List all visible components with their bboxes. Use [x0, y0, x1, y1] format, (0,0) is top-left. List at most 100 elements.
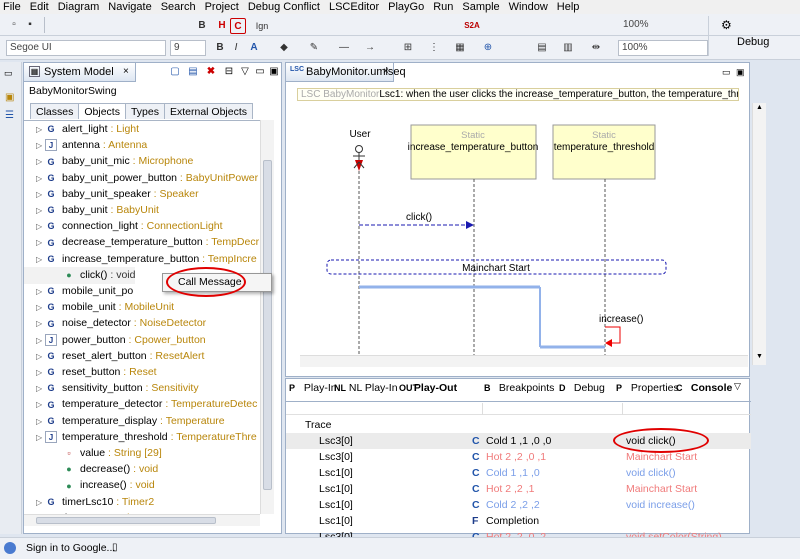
scroll-down-icon[interactable]: ▼	[756, 353, 763, 360]
fast-view-icon[interactable]: ▯	[112, 542, 118, 553]
menu-item[interactable]: Search	[161, 1, 196, 13]
expand-icon[interactable]: ▷	[36, 218, 45, 235]
restore-icon[interactable]: ▭	[4, 68, 13, 79]
expand-icon[interactable]: ▷	[36, 348, 45, 365]
italic-icon[interactable]: I	[228, 40, 244, 56]
tree-item[interactable]: ▷ Gtemperature_detector : TemperatureDete…	[24, 396, 257, 413]
google-icon[interactable]	[4, 542, 16, 554]
line-style-icon[interactable]: —	[336, 40, 352, 56]
tab-external-objects[interactable]: External Objects	[163, 103, 254, 119]
hscroll-thumb[interactable]	[36, 517, 216, 524]
menu-item[interactable]: Help	[557, 1, 580, 13]
expand-icon[interactable]: ▷	[36, 396, 45, 413]
tab-breakpoints[interactable]: B Breakpoints	[484, 382, 554, 398]
diagram-canvas[interactable]: User Static increase_temperature_button …	[300, 105, 748, 367]
expand-icon[interactable]: ▷	[36, 315, 45, 332]
zoom2-combo[interactable]: 100%	[618, 40, 708, 56]
menu-item[interactable]: Run	[433, 1, 453, 13]
tree-item[interactable]: ▷ Gdecrease_temperature_button : TempDecr	[24, 234, 259, 251]
tab-properties[interactable]: P Properties	[616, 382, 679, 398]
new-icon[interactable]: ▫	[6, 17, 22, 33]
font-name-combo[interactable]: Segoe UI	[6, 40, 166, 56]
expand-icon[interactable]: ▷	[36, 332, 45, 349]
package-explorer-icon[interactable]: ▣	[5, 92, 14, 103]
expand-icon[interactable]: ▷	[36, 380, 45, 397]
expand-icon[interactable]: ▷	[36, 413, 45, 430]
s2a-icon[interactable]: S2A	[462, 18, 482, 34]
close-icon[interactable]: ×	[123, 66, 129, 77]
tree-item[interactable]: ▷ Jantenna : Antenna	[24, 137, 147, 154]
menu-item[interactable]: Edit	[30, 1, 49, 13]
tree-item[interactable]: ▷ Gmobile_unit_po	[24, 283, 133, 300]
expand-icon[interactable]: ▷	[36, 170, 45, 187]
tree-item[interactable]: ▷ Galert_light : Light	[24, 121, 139, 138]
save-icon[interactable]: ▪	[22, 17, 38, 33]
tree-item[interactable]: ▷ Gbaby_unit : BabyUnit	[24, 202, 159, 219]
expand-icon[interactable]: ▷	[36, 153, 45, 170]
editor-vscrollbar[interactable]: ▲ ▼	[752, 103, 766, 365]
zoom1-combo[interactable]: 100%	[620, 18, 676, 34]
tab-console[interactable]: C Console	[676, 382, 732, 398]
bold-text-icon[interactable]: B	[212, 40, 228, 56]
menu-item[interactable]: Navigate	[108, 1, 151, 13]
tab-types[interactable]: Types	[124, 103, 165, 119]
editor-hscrollbar[interactable]	[300, 355, 748, 367]
tree-item[interactable]: ▷ Gtemperature_display : Temperature	[24, 413, 225, 430]
editor-tab[interactable]: LSC BabyMonitor.umlseq ×	[286, 63, 406, 82]
system-model-tab[interactable]: ▦ System Model ×	[24, 63, 136, 82]
size-icon[interactable]: ▤	[534, 40, 550, 56]
highlight-h-icon[interactable]: H	[214, 18, 230, 34]
menu-item[interactable]: File	[3, 1, 21, 13]
trace-row[interactable]: Lsc1[0] C Hot 2 ,2 ,1 Mainchart Start	[286, 481, 751, 497]
tab-debug[interactable]: D Debug	[559, 382, 605, 398]
fill-color-icon[interactable]: ◆	[276, 40, 292, 56]
close-icon[interactable]: ×	[383, 66, 389, 77]
expand-icon[interactable]: ▷	[36, 283, 45, 300]
trace-row[interactable]: Lsc1[0] C Cold 2 ,2 ,2 void increase()	[286, 497, 751, 513]
maximize-icon[interactable]: ▣	[736, 67, 745, 78]
tree-item[interactable]: ▷ Gbaby_unit_power_button : BabyUnitPower	[24, 170, 258, 187]
arrange-icon[interactable]: ⋮	[426, 40, 442, 56]
collapse-icon[interactable]: ⊟	[223, 66, 235, 78]
minimize-icon[interactable]: ▭	[254, 66, 266, 78]
maximize-icon[interactable]: ▣	[268, 66, 280, 78]
perspective-switcher[interactable]: ⚙ Debug	[708, 16, 798, 56]
tab-play-in[interactable]: P Play-In	[289, 382, 337, 398]
ign-icon[interactable]: Ign	[252, 18, 272, 34]
menu-item[interactable]: Debug Conflict	[248, 1, 320, 13]
tree-item[interactable]: ● increase() : void	[24, 477, 154, 494]
view-menu-icon[interactable]: ▽	[734, 381, 741, 392]
tree-item[interactable]: ▷ Jtemperature_threshold : TemperatureThr…	[24, 429, 257, 446]
scroll-up-icon[interactable]: ▲	[756, 104, 763, 111]
user-actor-icon[interactable]	[353, 145, 365, 172]
expand-icon[interactable]: ▷	[36, 121, 45, 138]
hierarchy-icon[interactable]: ☰	[5, 110, 14, 121]
tree-item[interactable]: ▷ Gincrease_temperature_button : TempIncr…	[24, 251, 257, 268]
tab-nl-play-in[interactable]: NL NL Play-In	[334, 382, 398, 398]
tree-vscrollbar[interactable]	[260, 120, 274, 514]
scroll-thumb[interactable]	[263, 160, 272, 490]
menu-item[interactable]: LSCEditor	[329, 1, 379, 13]
menu-item[interactable]: Project	[205, 1, 239, 13]
tree-item[interactable]: ▷ Gmobile_unit : MobileUnit	[24, 299, 174, 316]
tree-item[interactable]: ▷ Gbaby_unit_speaker : Speaker	[24, 186, 199, 203]
lsc-header[interactable]: LSC BabyMonitorLsc1: when the user click…	[297, 88, 739, 101]
highlight-c-icon[interactable]: C	[230, 18, 246, 34]
tree-item[interactable]: ▷ Jpower_button : Cpower_button	[24, 332, 206, 349]
expand-icon[interactable]: ▷	[36, 234, 45, 251]
expand-icon[interactable]: ▷	[36, 251, 45, 268]
tab-play-out[interactable]: OUT Play-Out	[399, 382, 457, 398]
zoom-icon[interactable]: ⊕	[480, 40, 496, 56]
new-class-icon[interactable]: ▤	[187, 66, 199, 78]
menu-item[interactable]: Diagram	[58, 1, 100, 13]
trace-row[interactable]: Lsc1[0] F Completion	[286, 513, 751, 529]
tree-item[interactable]: ▫ value : String [29]	[24, 445, 161, 462]
menu-item[interactable]: Window	[509, 1, 548, 13]
new-object-icon[interactable]: ▢	[169, 66, 181, 78]
align-icon[interactable]: ▦	[452, 40, 468, 56]
trace-row[interactable]: Lsc1[0] C Cold 1 ,1 ,0 void click()	[286, 465, 751, 481]
expand-icon[interactable]: ▷	[36, 494, 45, 511]
distribute-icon[interactable]: ⇹	[588, 40, 604, 56]
minimize-icon[interactable]: ▭	[722, 67, 731, 78]
select-all-icon[interactable]: ⊞	[400, 40, 416, 56]
